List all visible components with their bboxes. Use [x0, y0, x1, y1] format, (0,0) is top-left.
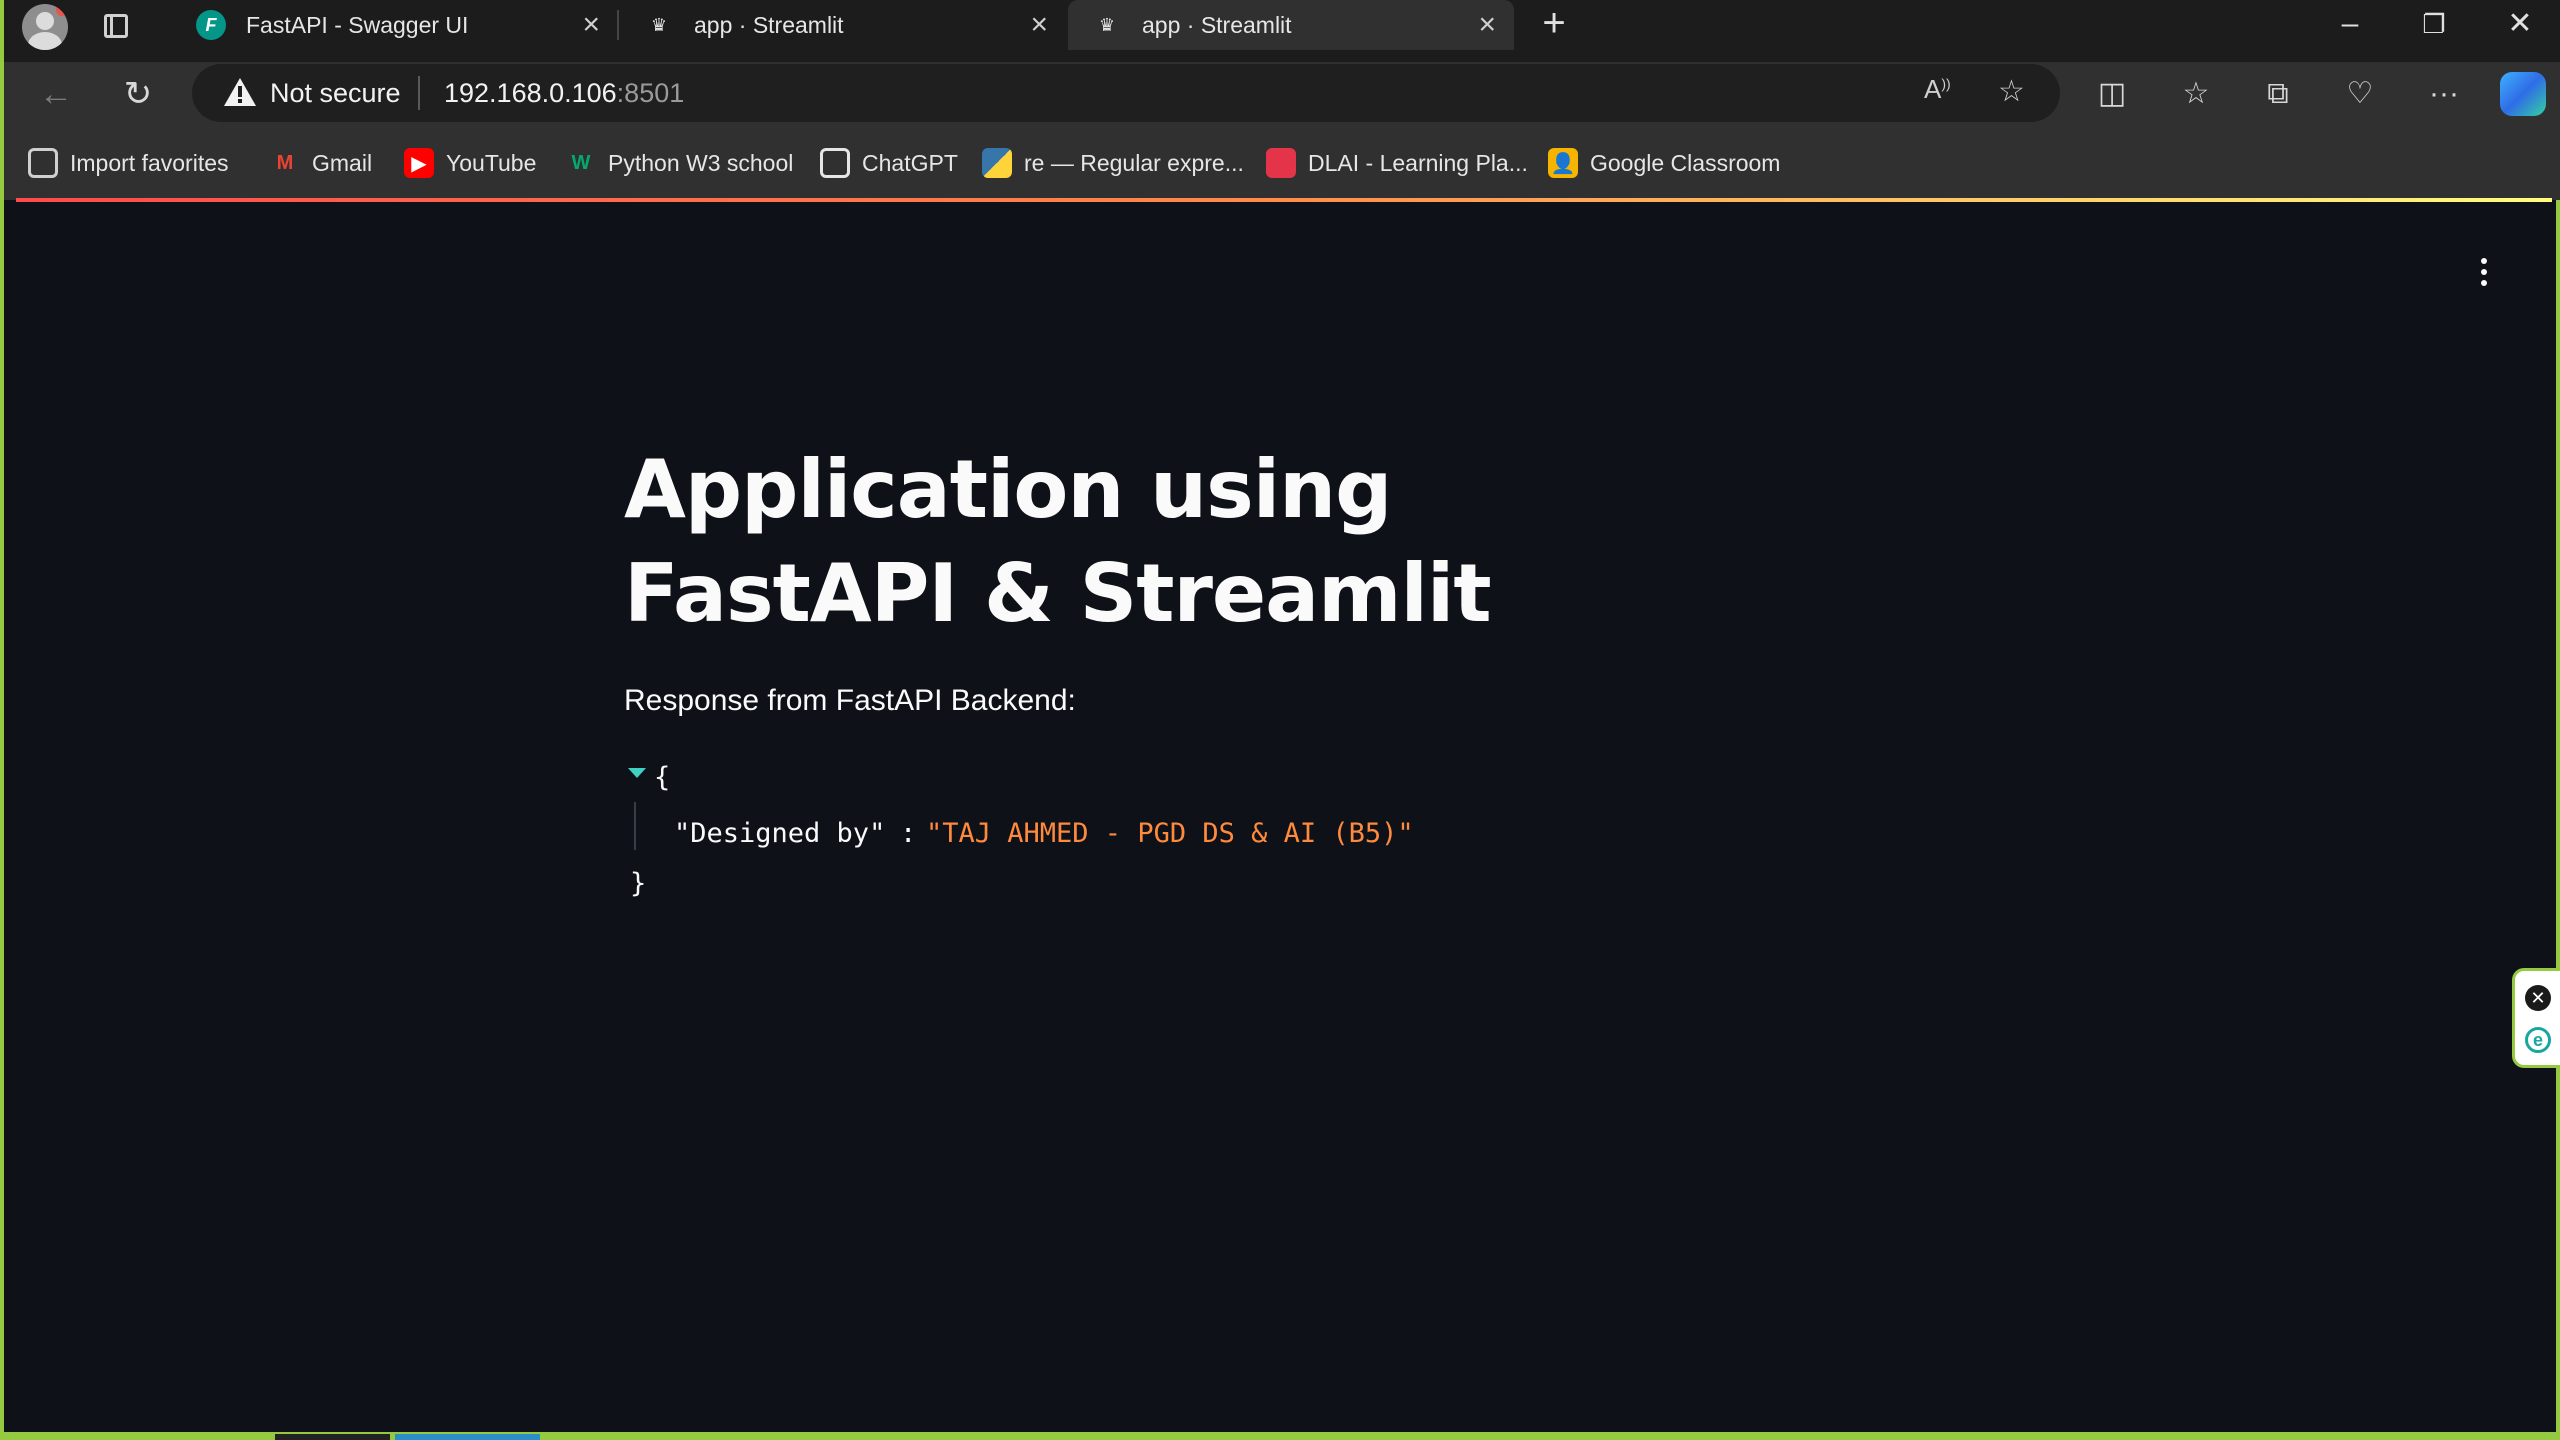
json-key: "Designed by" [674, 818, 886, 849]
profile-avatar-icon[interactable] [22, 4, 68, 50]
back-arrow-icon[interactable]: ← [36, 74, 76, 114]
response-label: Response from FastAPI Backend: [624, 684, 1076, 717]
dlai-icon [1266, 148, 1296, 178]
refresh-icon[interactable]: ↻ [118, 74, 158, 114]
main-menu-icon[interactable] [2474, 254, 2494, 290]
tab-streamlit-1[interactable]: ♛ app · Streamlit × [620, 0, 1066, 50]
collections-icon[interactable]: ⧉ [2258, 74, 2298, 114]
google-classroom-icon: 👤 [1548, 148, 1578, 178]
browser-essentials-icon[interactable]: ♡ [2340, 74, 2380, 114]
url-text[interactable]: 192.168.0.106:8501 [444, 78, 684, 109]
streamlit-crown-icon: ♛ [1098, 14, 1116, 35]
youtube-icon: ▶ [404, 148, 434, 178]
tab-streamlit-active[interactable]: ♛ app · Streamlit × [1068, 0, 1514, 50]
browser-window: F FastAPI - Swagger UI × ♛ app · Streaml… [0, 0, 2560, 1432]
tab-title: app · Streamlit [1142, 11, 1292, 38]
fastapi-icon: F [196, 10, 226, 40]
restore-button[interactable]: ❐ [2414, 4, 2454, 44]
gmail-icon: M [276, 151, 294, 174]
close-widget-icon[interactable]: ✕ [2525, 985, 2551, 1011]
favorite-google-classroom[interactable]: 👤 Google Classroom [1548, 146, 1780, 180]
import-favorites-icon [28, 148, 58, 178]
collapse-caret-icon[interactable] [628, 768, 646, 778]
copilot-icon[interactable] [2500, 72, 2546, 116]
minimize-button[interactable]: – [2330, 4, 2370, 44]
favorite-gmail[interactable]: M Gmail [270, 146, 372, 180]
page-title: Application using FastAPI & Streamlit [624, 443, 1492, 640]
close-tab-icon[interactable]: × [1478, 9, 1496, 41]
new-tab-button[interactable]: + [1534, 0, 1574, 48]
favorite-youtube[interactable]: ▶ YouTube [404, 146, 536, 180]
json-colon: : [900, 818, 917, 849]
tab-fastapi-swagger[interactable]: F FastAPI - Swagger UI × [172, 0, 619, 50]
extension-e-icon[interactable]: e [2525, 1027, 2551, 1053]
favorite-w3school[interactable]: W Python W3 school [566, 146, 794, 180]
favorite-import[interactable]: Import favorites [28, 146, 229, 180]
streamlit-header-decoration [16, 198, 2552, 202]
favorite-dlai[interactable]: DLAI - Learning Pla... [1266, 146, 1528, 180]
streamlit-crown-icon: ♛ [650, 14, 668, 35]
favorites-icon[interactable]: ☆ [2176, 74, 2216, 114]
json-open-brace: { [654, 762, 671, 793]
taskbar-strip [0, 1432, 2560, 1440]
tab-title: FastAPI - Swagger UI [246, 11, 469, 38]
split-screen-icon[interactable]: ◫ [2092, 74, 2132, 114]
address-bar[interactable]: Not secure 192.168.0.106:8501 A)) ☆ [192, 64, 2060, 122]
favorite-chatgpt[interactable]: ChatGPT [820, 146, 958, 180]
security-label[interactable]: Not secure [270, 78, 401, 109]
close-window-button[interactable]: ✕ [2500, 4, 2540, 44]
tab-actions-icon[interactable] [100, 10, 132, 42]
warning-icon[interactable] [224, 78, 256, 108]
json-close-brace: } [630, 868, 647, 899]
close-tab-icon[interactable]: × [582, 9, 600, 41]
favorites-bar: Import favorites M Gmail ▶ YouTube W Pyt… [4, 126, 2560, 200]
tab-strip: F FastAPI - Swagger UI × ♛ app · Streaml… [4, 0, 2560, 62]
favorite-regex[interactable]: re — Regular expre... [982, 146, 1244, 180]
chatgpt-icon [820, 148, 850, 178]
favorite-star-icon[interactable]: ☆ [1998, 74, 2025, 109]
navigation-bar: ← ↻ Not secure 192.168.0.106:8501 A)) ☆ … [4, 62, 2560, 126]
close-tab-icon[interactable]: × [1030, 9, 1048, 41]
more-options-icon[interactable]: ··· [2424, 74, 2464, 114]
read-aloud-icon[interactable]: A)) [1924, 74, 1951, 105]
extension-side-widget: ✕ e [2512, 968, 2560, 1068]
python-icon [982, 148, 1012, 178]
tab-title: app · Streamlit [694, 11, 844, 38]
w3schools-icon: W [571, 151, 591, 174]
json-value: "TAJ AHMED - PGD DS & AI (B5)" [926, 818, 1414, 849]
